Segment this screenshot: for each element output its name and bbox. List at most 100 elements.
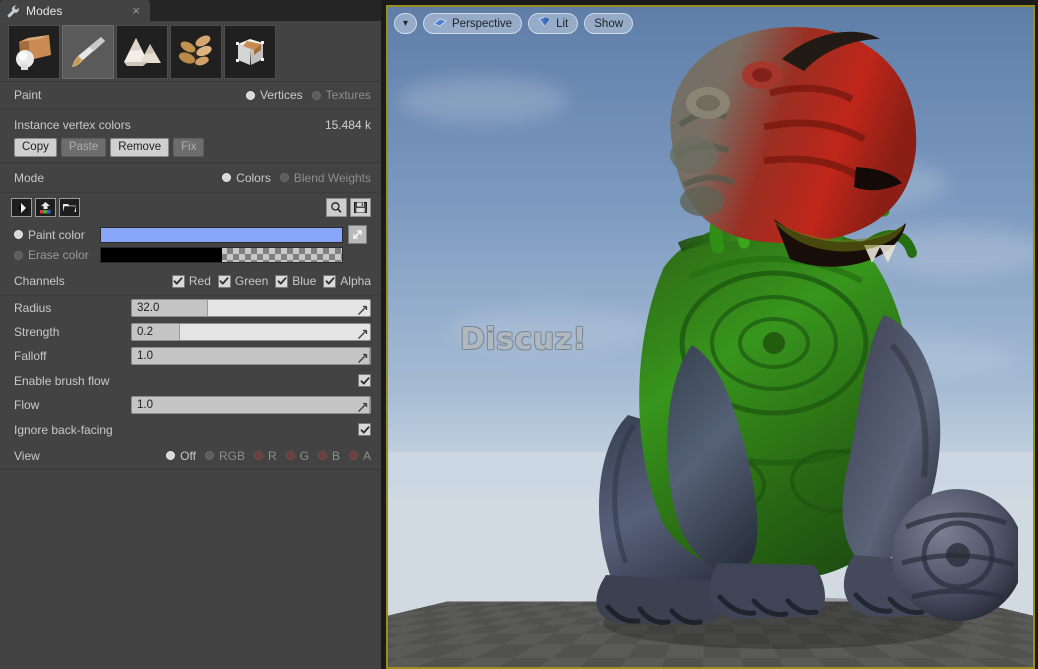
radio-dot	[204, 451, 214, 460]
radio-erase-color[interactable]	[14, 250, 23, 260]
radio-textures[interactable]: Textures	[311, 88, 371, 102]
view-option-a[interactable]: A	[348, 448, 371, 463]
channel-label: Blue	[292, 274, 317, 288]
channels-row: Channels Red Green Blue Alpha	[0, 267, 381, 295]
radio-dot	[253, 451, 263, 460]
import-color-icon[interactable]	[35, 198, 56, 217]
radio-label: Off	[180, 448, 196, 463]
magnifier-icon[interactable]	[326, 198, 347, 217]
erase-color-swatch[interactable]	[100, 247, 343, 263]
view-label: View	[14, 448, 40, 463]
radio-paint-color[interactable]	[14, 230, 23, 239]
paint-color-swatch[interactable]	[100, 226, 343, 243]
radio-label: B	[331, 448, 340, 463]
view-option-off[interactable]: Off	[166, 449, 196, 463]
mode-button-geometry[interactable]	[224, 25, 276, 79]
camera-mode-button[interactable]: Perspective	[423, 13, 523, 34]
falloff-row: Falloff 1.0	[0, 344, 381, 368]
vertex-color-count: 15.484 k	[324, 118, 371, 132]
viewport-options-button[interactable]: ▾	[394, 13, 417, 34]
view-option-g[interactable]: G	[285, 448, 309, 463]
strength-slider[interactable]: 0.2	[131, 323, 371, 341]
lighting-mode-button[interactable]: Lit	[528, 13, 579, 34]
radio-label: A	[362, 448, 371, 463]
channel-green[interactable]: Green	[217, 274, 268, 288]
swap-colors-icon[interactable]	[348, 225, 367, 244]
radio-dot	[348, 451, 358, 460]
radio-vertices[interactable]: Vertices	[245, 88, 303, 102]
enable-brush-flow-row: Enable brush flow	[0, 368, 381, 393]
remove-button[interactable]: Remove	[110, 137, 170, 157]
resize-corner-icon[interactable]	[357, 303, 368, 315]
resize-corner-icon[interactable]	[357, 351, 368, 363]
radius-label: Radius	[14, 301, 52, 315]
level-viewport[interactable]: Discuz! ▾ Perspective Lit Show	[386, 5, 1035, 669]
channel-alpha[interactable]: Alpha	[323, 274, 371, 288]
wrench-icon	[6, 4, 20, 18]
close-icon[interactable]: ×	[130, 4, 142, 17]
tab-modes[interactable]: Modes ×	[0, 0, 150, 21]
falloff-slider[interactable]: 1.0	[131, 347, 371, 365]
mode-button-landscape[interactable]	[116, 25, 168, 79]
mode-button-foliage[interactable]	[170, 25, 222, 79]
checkbox[interactable]	[217, 274, 231, 288]
flow-label: Flow	[14, 398, 40, 412]
open-folder-icon[interactable]	[59, 198, 80, 217]
channels-label: Channels	[14, 274, 65, 288]
mode-button-place[interactable]	[8, 25, 60, 79]
radius-row: Radius 32.0	[0, 296, 381, 320]
view-option-b[interactable]: B	[317, 448, 340, 463]
radio-blend-weights[interactable]: Blend Weights	[279, 170, 371, 185]
mode-button-paint[interactable]	[62, 25, 114, 79]
save-disk-icon[interactable]	[350, 198, 371, 217]
radius-value: 32.0	[137, 302, 160, 314]
vertex-color-actions: Copy Paste Remove Fix	[0, 136, 381, 162]
show-menu-button[interactable]: Show	[584, 13, 634, 34]
camera-mode-label: Perspective	[452, 17, 513, 30]
modes-panel: Modes × Paint Vertices Textures Instance…	[0, 0, 381, 669]
checkbox[interactable]	[275, 274, 289, 288]
flow-value: 1.0	[137, 399, 153, 411]
radio-dot	[245, 90, 255, 100]
viewport-toolbar: ▾ Perspective Lit Show	[394, 13, 634, 34]
unreal-editor-window: Modes × Paint Vertices Textures Instance…	[0, 0, 1038, 669]
resize-corner-icon[interactable]	[357, 327, 368, 339]
mode-section-title: Mode	[14, 170, 45, 185]
paint-color-label: Paint color	[28, 227, 85, 242]
paint-target-row: Paint Vertices Textures	[0, 82, 381, 108]
radio-label: G	[299, 448, 309, 463]
view-row: View Off RGB R G B A	[0, 442, 381, 469]
view-option-rgb[interactable]: RGB	[204, 448, 245, 463]
copy-button[interactable]: Copy	[14, 137, 57, 157]
radio-label: RGB	[218, 448, 245, 463]
channel-red[interactable]: Red	[171, 274, 211, 288]
fill-bucket-icon[interactable]	[11, 198, 32, 217]
fix-button[interactable]: Fix	[173, 137, 205, 157]
enable-brush-flow-checkbox[interactable]	[358, 374, 371, 387]
mode-row: Mode Colors Blend Weights	[0, 163, 381, 192]
channel-blue[interactable]: Blue	[275, 274, 316, 288]
ignore-back-facing-checkbox[interactable]	[358, 423, 371, 436]
mode-toolbar	[0, 21, 381, 82]
resize-corner-icon[interactable]	[357, 400, 368, 412]
divider	[0, 469, 381, 470]
view-option-r[interactable]: R	[253, 449, 277, 463]
radio-dot	[311, 90, 321, 100]
paint-settings-body: Paint Vertices Textures Instance vertex …	[0, 82, 381, 669]
flow-slider[interactable]: 1.0	[131, 396, 371, 414]
radio-label: Colors	[236, 170, 271, 185]
tab-label: Modes	[26, 3, 63, 18]
checkbox[interactable]	[171, 274, 185, 288]
lit-shading-icon	[538, 16, 551, 31]
channel-label: Red	[188, 274, 211, 288]
radio-dot	[222, 173, 232, 182]
radius-slider[interactable]: 32.0	[131, 299, 371, 317]
checkbox[interactable]	[323, 274, 337, 288]
slider-fill	[132, 348, 370, 364]
radio-label: Blend Weights	[293, 170, 371, 185]
paint-color-row: Paint color	[0, 222, 381, 244]
erase-color-row: Erase color	[0, 244, 381, 267]
radio-colors[interactable]: Colors	[222, 171, 271, 185]
paste-button[interactable]: Paste	[60, 137, 107, 157]
paint-section-title: Paint	[14, 88, 42, 102]
